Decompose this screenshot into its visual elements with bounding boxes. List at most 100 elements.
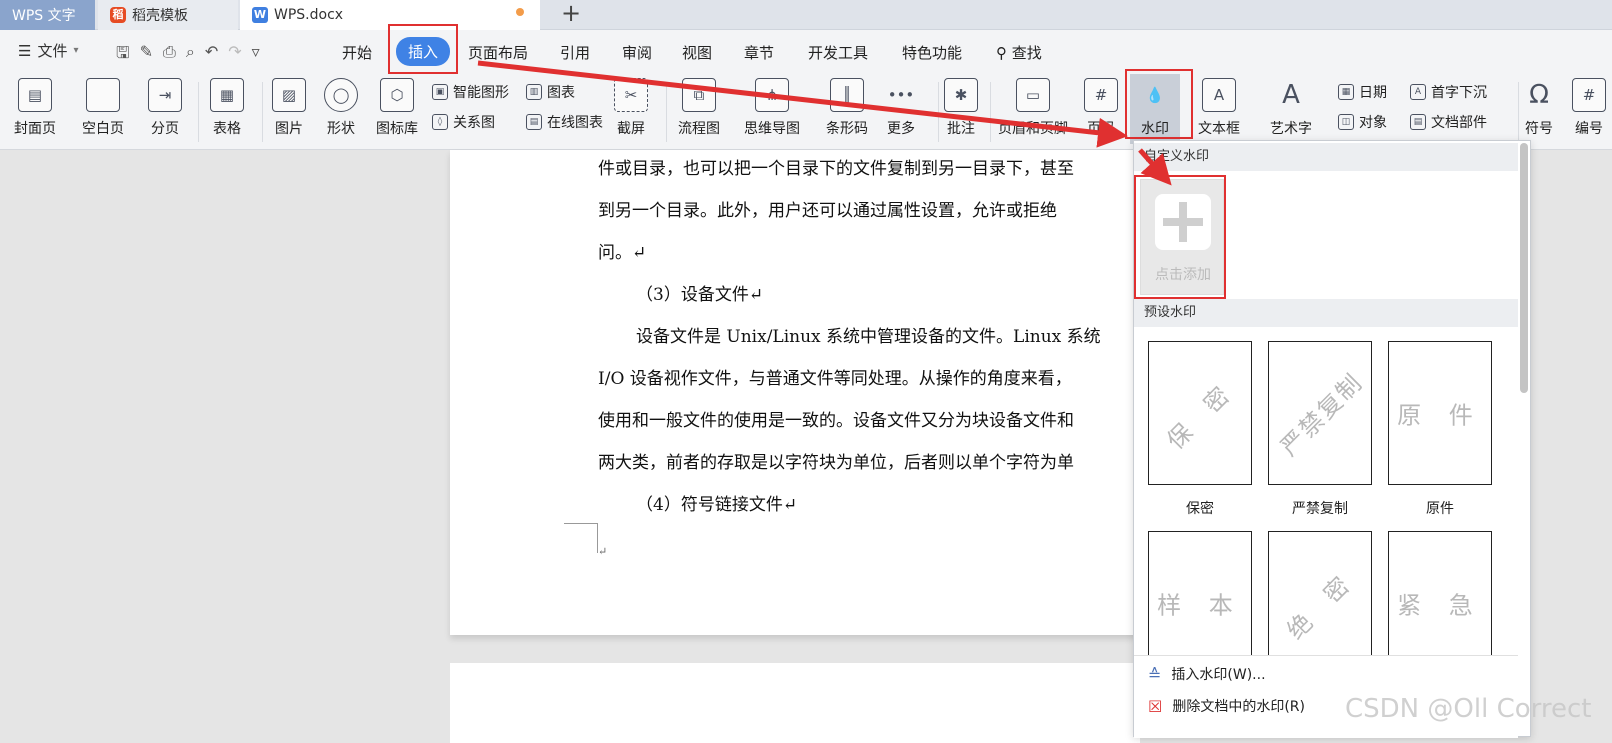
- screenshot-label: 截屏: [617, 121, 645, 137]
- menu-home[interactable]: 开始: [342, 42, 372, 63]
- relation-chart-label: 关系图: [453, 115, 495, 131]
- more-label: 更多: [887, 121, 915, 137]
- page-number-button[interactable]: # 页码: [1084, 78, 1118, 138]
- cover-page-label: 封面页: [14, 121, 56, 137]
- flowchart-label: 流程图: [678, 121, 720, 137]
- app-tab[interactable]: WPS 文字: [0, 0, 95, 30]
- symbol-button[interactable]: Ω 符号: [1522, 78, 1556, 138]
- textbox-button[interactable]: A 文本框: [1198, 78, 1240, 138]
- preset-watermark-card[interactable]: 严禁复制: [1268, 341, 1372, 485]
- watermark-preview-text: 紧 急: [1397, 591, 1483, 620]
- redo-icon[interactable]: ↷: [228, 42, 241, 69]
- blank-page-button[interactable]: 空白页: [82, 78, 124, 138]
- preset-watermark-card[interactable]: 保 密: [1148, 341, 1252, 485]
- insert-ribbon: ▤ 封面页 空白页 ⇥ 分页 ▦ 表格 ▨ 图片 ◯ 形状 ⬡ 图标库 ▣ 智能图形 ▥ 图表 …: [0, 74, 1612, 150]
- flowchart-button[interactable]: ⧉ 流程图: [678, 78, 720, 138]
- dropcap-button[interactable]: A 首字下沉: [1410, 82, 1487, 102]
- object-label: 对象: [1359, 115, 1387, 131]
- menu-page-layout[interactable]: 页面布局: [468, 42, 528, 63]
- relation-chart-icon: ◊: [432, 114, 448, 130]
- comment-button[interactable]: ✱ 批注: [944, 78, 978, 138]
- watermark-dropdown: 自定义水印 点击添加 预设水印 保 密 严禁复制 原 件 保密 严禁复制 原件 …: [1133, 140, 1531, 738]
- preset-caption: 严禁复制: [1292, 501, 1348, 517]
- icon-library-button[interactable]: ⬡ 图标库: [376, 78, 418, 138]
- textbox-icon: A: [1202, 78, 1236, 112]
- chart-button[interactable]: ▥ 图表: [526, 82, 575, 102]
- screenshot-button[interactable]: ✂ 截屏: [614, 78, 648, 138]
- template-tab[interactable]: 稻 稻壳模板: [98, 0, 238, 30]
- blank-page-label: 空白页: [82, 121, 124, 137]
- print-icon[interactable]: ⎙: [163, 42, 176, 69]
- smart-art-icon: ▣: [432, 84, 448, 100]
- preset-watermark-card[interactable]: 样 本: [1148, 531, 1252, 675]
- document-page[interactable]: 件或目录，也可以把一个目录下的文件复制到另一目录下，甚至 到另一个目录。此外，用…: [450, 150, 1140, 635]
- save-icon[interactable]: 🖫: [116, 42, 130, 69]
- delete-watermark-item[interactable]: ☒ 删除文档中的水印(R): [1148, 696, 1305, 716]
- table-button[interactable]: ▦ 表格: [210, 78, 244, 138]
- ribbon-divider: [990, 82, 991, 142]
- chart-label: 图表: [547, 85, 575, 101]
- menu-search[interactable]: ⚲ 查找: [996, 42, 1042, 63]
- blank-page-icon: [86, 78, 120, 112]
- undo-icon[interactable]: ↶: [205, 42, 218, 69]
- app-tab-label: WPS 文字: [12, 8, 76, 24]
- barcode-icon: ║: [830, 78, 864, 112]
- more-button[interactable]: ••• 更多: [884, 78, 918, 138]
- object-button[interactable]: ◫ 对象: [1338, 112, 1387, 132]
- doc-parts-icon: ▤: [1410, 114, 1426, 130]
- numbering-button[interactable]: # 编号: [1572, 78, 1606, 138]
- preset-watermark-card[interactable]: 原 件: [1388, 341, 1492, 485]
- cover-page-button[interactable]: ▤ 封面页: [14, 78, 56, 138]
- header-footer-button[interactable]: ▭ 页眉和页脚: [998, 78, 1068, 138]
- document-page-2[interactable]: [450, 663, 1140, 743]
- menu-references[interactable]: 引用: [560, 42, 590, 63]
- panel-scrollbar[interactable]: [1520, 143, 1528, 393]
- wordart-button[interactable]: A 艺术字: [1270, 78, 1312, 138]
- relation-chart-button[interactable]: ◊ 关系图: [432, 112, 495, 132]
- doc-parts-button[interactable]: ▤ 文档部件: [1410, 112, 1487, 132]
- mindmap-label: 思维导图: [744, 121, 800, 137]
- print-preview-icon[interactable]: ⌕: [186, 42, 195, 69]
- barcode-button[interactable]: ║ 条形码: [826, 78, 868, 138]
- new-tab-button[interactable]: +: [556, 0, 586, 30]
- date-button[interactable]: ▦ 日期: [1338, 82, 1387, 102]
- online-chart-button[interactable]: ▤ 在线图表: [526, 112, 603, 132]
- file-menu[interactable]: ☰ 文件 ▾: [18, 40, 79, 61]
- smart-art-label: 智能图形: [453, 85, 509, 101]
- menu-review[interactable]: 审阅: [622, 42, 652, 63]
- page-break-button[interactable]: ⇥ 分页: [148, 78, 182, 138]
- shape-label: 形状: [327, 121, 355, 137]
- site-watermark: CSDN @Oll Correct: [1345, 694, 1592, 724]
- wordart-label: 艺术字: [1270, 121, 1312, 137]
- barcode-label: 条形码: [826, 121, 868, 137]
- unsaved-dot-icon: [516, 8, 524, 16]
- format-painter-icon[interactable]: ✎: [140, 42, 153, 69]
- picture-button[interactable]: ▨ 图片: [272, 78, 306, 138]
- icon-library-icon: ⬡: [380, 78, 414, 112]
- doc-line: I/O 设备视作文件，与普通文件等同处理。从操作的角度来看，: [598, 369, 1072, 389]
- menu-features[interactable]: 特色功能: [902, 42, 962, 63]
- menu-view[interactable]: 视图: [682, 42, 712, 63]
- comment-icon: ✱: [944, 78, 978, 112]
- smart-art-button[interactable]: ▣ 智能图形: [432, 82, 509, 102]
- doc-line: 问。↵: [598, 243, 647, 263]
- preset-watermark-card[interactable]: 紧 急: [1388, 531, 1492, 675]
- preset-watermark-card[interactable]: 绝 密: [1268, 531, 1372, 675]
- delete-watermark-icon: ☒: [1148, 696, 1163, 716]
- menu-chapter[interactable]: 章节: [744, 42, 774, 63]
- insert-watermark-item[interactable]: ≙ 插入水印(W)...: [1148, 664, 1266, 684]
- customize-toolbar-icon[interactable]: ▿: [252, 42, 260, 69]
- header-footer-icon: ▭: [1016, 78, 1050, 112]
- insert-highlight-box: [388, 24, 458, 74]
- shape-button[interactable]: ◯ 形状: [324, 78, 358, 138]
- online-chart-icon: ▤: [526, 114, 542, 130]
- mindmap-button[interactable]: ⋔ 思维导图: [744, 78, 800, 138]
- doc-heading: （3）设备文件↵: [636, 285, 764, 305]
- comment-label: 批注: [947, 121, 975, 137]
- page-break-label: 分页: [151, 121, 179, 137]
- omega-icon: Ω: [1529, 80, 1549, 110]
- quick-access-toolbar: 🖫 ✎ ⎙ ⌕ ↶ ↷ ▿: [116, 42, 260, 69]
- watermark-preview-text: 绝 密: [1281, 564, 1362, 645]
- doc-parts-label: 文档部件: [1431, 115, 1487, 131]
- menu-developer[interactable]: 开发工具: [808, 42, 868, 63]
